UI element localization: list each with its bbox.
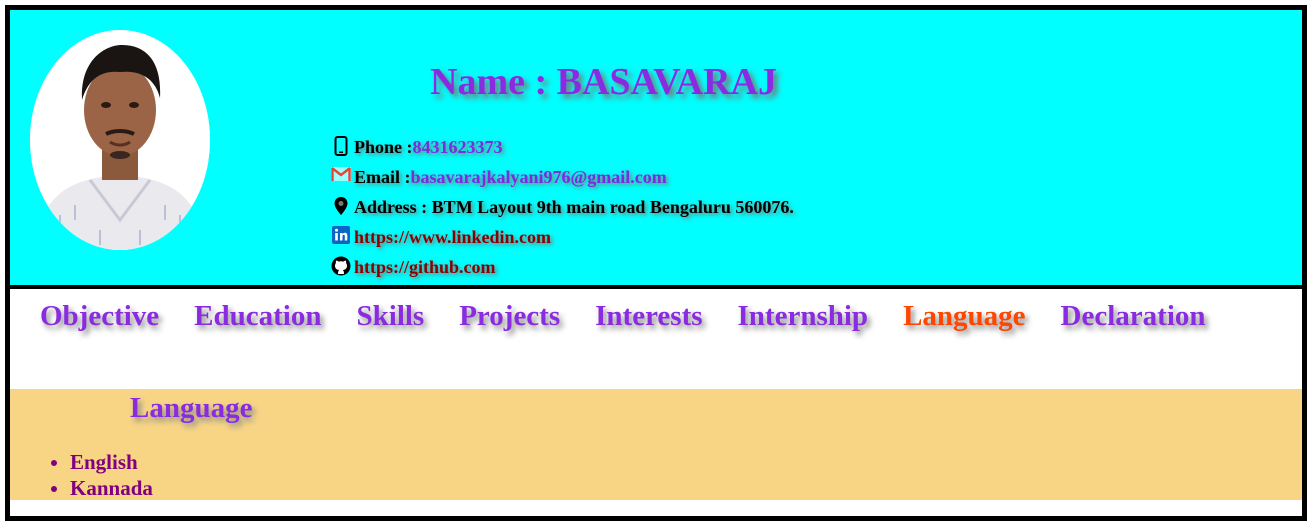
contact-address: Address : BTM Layout 9th main road Benga… (330, 192, 794, 222)
section-nav: Objective Education Skills Projects Inte… (40, 300, 1241, 333)
gmail-icon (330, 166, 352, 188)
profile-name: Name : BASAVARAJ (430, 61, 777, 103)
nav-skills[interactable]: Skills (357, 300, 425, 333)
nav-interests[interactable]: Interests (595, 300, 702, 333)
phone-value[interactable]: 8431623373 (413, 137, 503, 158)
header-divider (10, 285, 1302, 289)
linkedin-link[interactable]: https://www.linkedin.com (354, 227, 551, 248)
contact-github: https://github.com (330, 252, 794, 282)
language-list: English Kannada (70, 449, 153, 501)
nav-language[interactable]: Language (903, 300, 1025, 333)
nav-internship[interactable]: Internship (738, 300, 869, 333)
list-item: Kannada (70, 475, 153, 501)
contact-phone: Phone : 8431623373 (330, 132, 794, 162)
list-item: English (70, 449, 153, 475)
location-icon (330, 196, 352, 218)
profile-photo-image (30, 30, 210, 250)
language-section: Language English Kannada (10, 389, 1302, 500)
github-link[interactable]: https://github.com (354, 257, 496, 278)
nav-education[interactable]: Education (194, 300, 321, 333)
contact-linkedin: https://www.linkedin.com (330, 222, 794, 252)
nav-declaration[interactable]: Declaration (1061, 300, 1206, 333)
email-value[interactable]: basavarajkalyani976@gmail.com (411, 167, 667, 188)
profile-photo (30, 30, 210, 250)
contact-list: Phone : 8431623373 Email : basavarajkaly… (330, 132, 794, 282)
section-title: Language (130, 392, 253, 424)
github-icon (330, 256, 352, 278)
linkedin-icon (330, 226, 352, 248)
header: Name : BASAVARAJ Phone : 8431623373 Emai… (10, 10, 1302, 285)
email-label: Email : (354, 166, 411, 187)
phone-label: Phone : (354, 136, 413, 157)
phone-icon (330, 136, 352, 158)
nav-objective[interactable]: Objective (40, 300, 159, 333)
nav-projects[interactable]: Projects (459, 300, 560, 333)
resume-frame: Name : BASAVARAJ Phone : 8431623373 Emai… (5, 5, 1307, 521)
address-value: Address : BTM Layout 9th main road Benga… (354, 196, 794, 217)
contact-email: Email : basavarajkalyani976@gmail.com (330, 162, 794, 192)
